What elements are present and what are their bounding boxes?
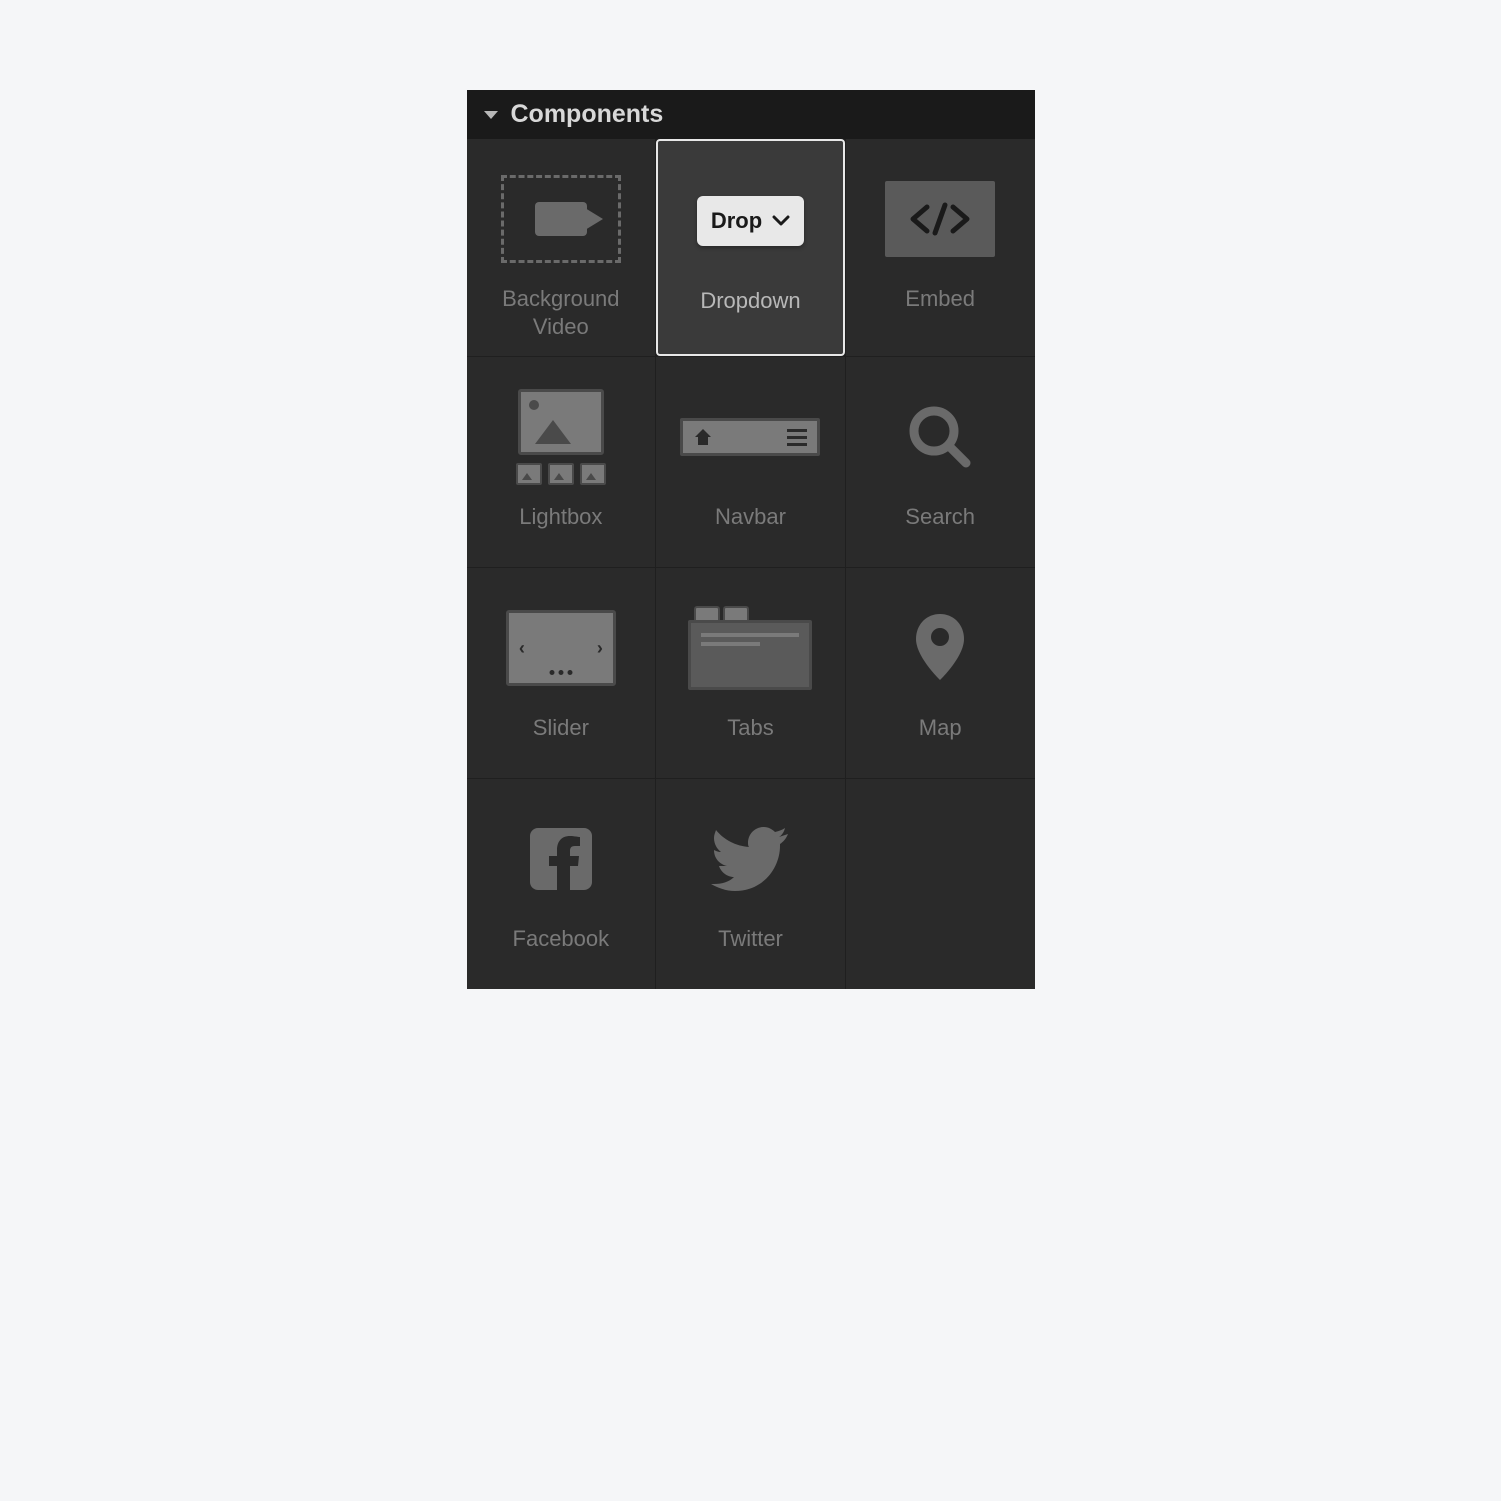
component-tabs[interactable]: Tabs xyxy=(656,568,845,778)
embed-icon xyxy=(856,159,1025,279)
component-background-video[interactable]: Background Video xyxy=(467,139,656,356)
component-label: Tabs xyxy=(727,714,773,742)
component-label: Navbar xyxy=(715,503,786,531)
tabs-icon xyxy=(666,588,835,708)
panel-title: Components xyxy=(511,100,664,129)
components-panel: Components Background Video Drop Dropdow… xyxy=(467,90,1035,989)
component-label: Background Video xyxy=(477,285,646,340)
twitter-icon xyxy=(666,799,835,919)
dropdown-badge-text: Drop xyxy=(711,208,762,234)
component-lightbox[interactable]: Lightbox xyxy=(467,357,656,567)
component-slider[interactable]: ‹ › Slider xyxy=(467,568,656,778)
component-label: Embed xyxy=(905,285,975,313)
search-icon xyxy=(856,377,1025,497)
component-label: Search xyxy=(905,503,975,531)
chevron-down-icon xyxy=(772,215,790,227)
navbar-icon xyxy=(666,377,835,497)
component-twitter[interactable]: Twitter xyxy=(656,779,845,989)
component-embed[interactable]: Embed xyxy=(846,139,1035,356)
component-facebook[interactable]: Facebook xyxy=(467,779,656,989)
component-label: Dropdown xyxy=(700,287,800,315)
component-search[interactable]: Search xyxy=(846,357,1035,567)
map-pin-icon xyxy=(856,588,1025,708)
component-label: Facebook xyxy=(513,925,610,953)
component-empty xyxy=(846,779,1035,989)
chevron-left-icon: ‹ xyxy=(519,638,525,659)
collapse-icon xyxy=(483,109,499,121)
home-icon xyxy=(693,427,713,447)
chevron-right-icon: › xyxy=(597,638,603,659)
lightbox-icon xyxy=(477,377,646,497)
hamburger-icon xyxy=(787,429,807,446)
component-label: Twitter xyxy=(718,925,783,953)
component-dropdown[interactable]: Drop Dropdown xyxy=(656,139,845,356)
facebook-icon xyxy=(477,799,646,919)
component-navbar[interactable]: Navbar xyxy=(656,357,845,567)
slider-icon: ‹ › xyxy=(477,588,646,708)
component-grid: Background Video Drop Dropdown Embed xyxy=(467,139,1035,989)
panel-header[interactable]: Components xyxy=(467,90,1035,139)
component-label: Slider xyxy=(533,714,589,742)
component-label: Map xyxy=(919,714,962,742)
component-label: Lightbox xyxy=(519,503,602,531)
background-video-icon xyxy=(477,159,646,279)
component-map[interactable]: Map xyxy=(846,568,1035,778)
dropdown-icon: Drop xyxy=(668,161,833,281)
